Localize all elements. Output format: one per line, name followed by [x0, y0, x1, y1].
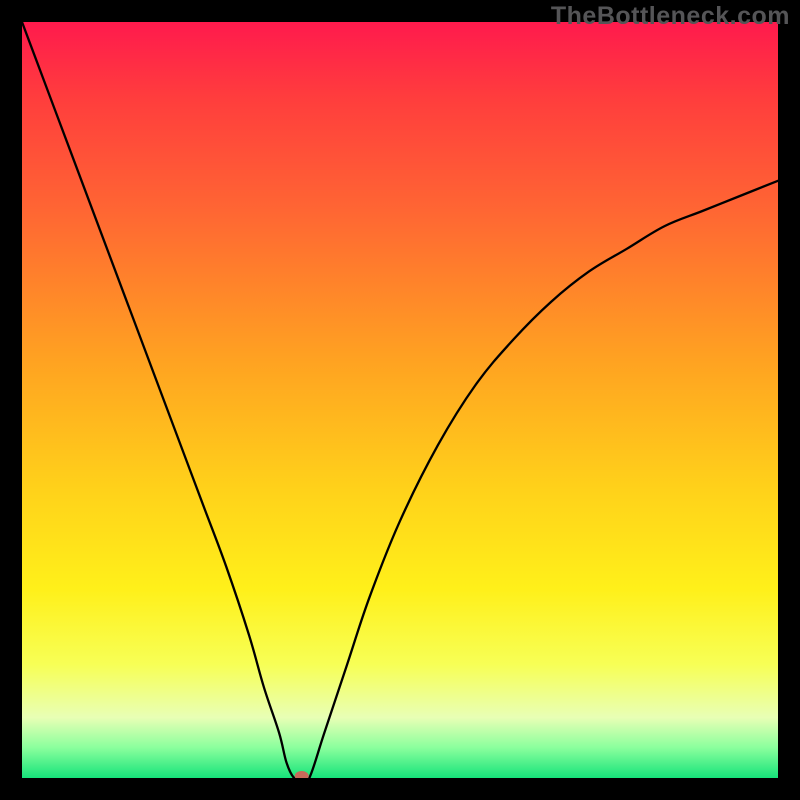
curve-svg [22, 22, 778, 778]
chart-frame: TheBottleneck.com [0, 0, 800, 800]
minimum-marker [295, 771, 309, 778]
plot-area [22, 22, 778, 778]
bottleneck-curve [22, 22, 778, 778]
watermark-text: TheBottleneck.com [551, 2, 790, 31]
